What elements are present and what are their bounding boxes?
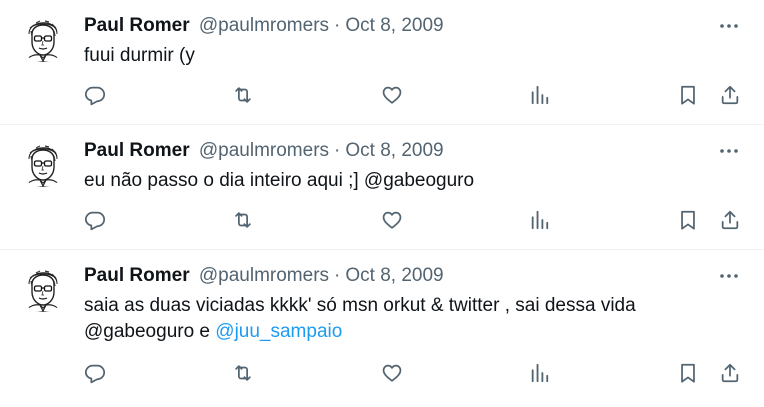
tweet-text-line: saia as duas viciadas kkkk' só msn orkut… <box>84 295 636 316</box>
tweet[interactable]: Paul Romer @paulmromers · Oct 8, 2009 eu n… <box>0 125 764 250</box>
bookmark-icon[interactable] <box>676 208 700 232</box>
avatar[interactable] <box>18 262 68 312</box>
retweet-icon[interactable] <box>231 208 255 232</box>
author-handle[interactable]: @paulmromers <box>199 15 329 36</box>
tweet-text-segment: @gabeoguro e <box>84 321 216 342</box>
tweet[interactable]: Paul Romer @paulmromers · Oct 8, 2009 fuui… <box>0 0 764 125</box>
separator-dot: · <box>334 15 341 36</box>
retweet-icon[interactable] <box>231 83 255 107</box>
tweet-text: saia as duas viciadas kkkk' só msn orkut… <box>84 293 724 345</box>
action-bar <box>0 208 764 234</box>
heart-icon[interactable] <box>380 361 404 385</box>
separator-dot: · <box>334 265 341 286</box>
more-horizontal-icon[interactable] <box>718 141 740 161</box>
tweet-header: Paul Romer @paulmromers · Oct 8, 2009 <box>84 264 444 288</box>
share-icon[interactable] <box>718 208 742 232</box>
tweet[interactable]: Paul Romer @paulmromers · Oct 8, 2009 saia… <box>0 250 764 407</box>
action-bar <box>0 361 764 387</box>
avatar[interactable] <box>18 137 68 187</box>
author-name[interactable]: Paul Romer <box>84 15 190 36</box>
bookmark-icon[interactable] <box>676 361 700 385</box>
author-handle[interactable]: @paulmromers <box>199 265 329 286</box>
tweet-header: Paul Romer @paulmromers · Oct 8, 2009 <box>84 139 444 163</box>
heart-icon[interactable] <box>380 208 404 232</box>
bookmark-icon[interactable] <box>676 83 700 107</box>
tweet-date[interactable]: Oct 8, 2009 <box>345 265 443 286</box>
tweet-text: eu não passo o dia inteiro aqui ;] @gabe… <box>84 170 475 191</box>
share-icon[interactable] <box>718 361 742 385</box>
tweet-text: fuui durmir (y <box>84 45 195 66</box>
reply-icon[interactable] <box>83 361 107 385</box>
retweet-icon[interactable] <box>231 361 255 385</box>
tweet-feed: Paul Romer @paulmromers · Oct 8, 2009 fuui… <box>0 0 764 407</box>
views-chart-icon[interactable] <box>528 83 552 107</box>
author-handle[interactable]: @paulmromers <box>199 140 329 161</box>
more-horizontal-icon[interactable] <box>718 266 740 286</box>
tweet-date[interactable]: Oct 8, 2009 <box>345 140 443 161</box>
more-horizontal-icon[interactable] <box>718 16 740 36</box>
mention-link[interactable]: @juu_sampaio <box>215 321 342 342</box>
author-name[interactable]: Paul Romer <box>84 265 190 286</box>
tweet-header: Paul Romer @paulmromers · Oct 8, 2009 <box>84 14 444 38</box>
reply-icon[interactable] <box>83 208 107 232</box>
heart-icon[interactable] <box>380 83 404 107</box>
separator-dot: · <box>334 140 341 161</box>
views-chart-icon[interactable] <box>528 361 552 385</box>
tweet-text-line: @gabeoguro e @juu_sampaio <box>84 319 724 345</box>
share-icon[interactable] <box>718 83 742 107</box>
reply-icon[interactable] <box>83 83 107 107</box>
action-bar <box>0 83 764 109</box>
author-name[interactable]: Paul Romer <box>84 140 190 161</box>
avatar[interactable] <box>18 12 68 62</box>
tweet-date[interactable]: Oct 8, 2009 <box>345 15 443 36</box>
views-chart-icon[interactable] <box>528 208 552 232</box>
